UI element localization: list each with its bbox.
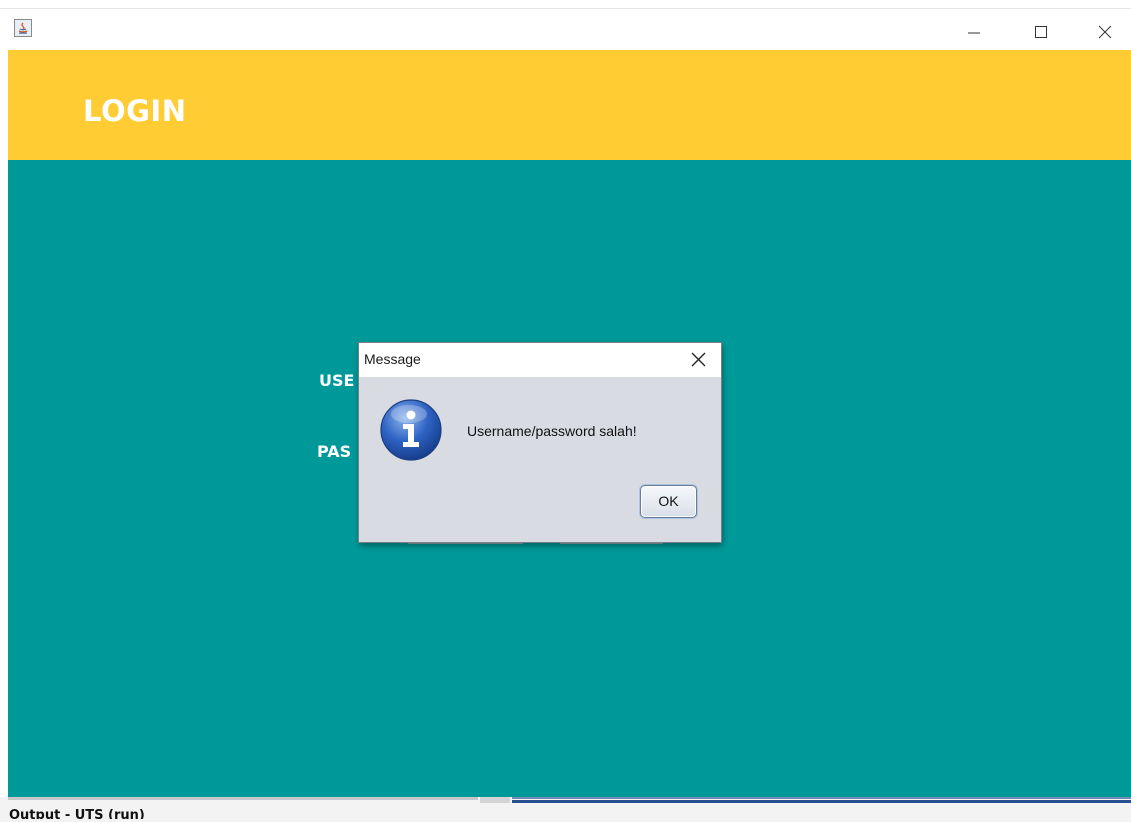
ok-button[interactable]: OK [640,485,697,518]
page-title: LOGIN [83,94,187,128]
close-icon [1098,25,1112,39]
maximize-button[interactable] [1017,15,1063,45]
output-panel: Output - UTS (run) [0,797,1131,822]
window-close-button[interactable] [1082,15,1128,45]
dialog-close-button[interactable] [687,349,711,371]
username-label: USE [319,371,355,390]
app-window: LOGIN USE PAS Output - UTS (run) Message [0,0,1131,822]
minimize-icon [968,32,980,34]
dialog-titlebar[interactable]: Message [359,343,721,377]
password-label: PAS [317,442,352,461]
info-icon [379,398,443,462]
java-icon[interactable] [14,19,32,37]
dialog-title: Message [364,351,421,367]
login-header: LOGIN [8,50,1131,160]
window-titlebar [0,8,1131,51]
progress-bar [512,797,1131,803]
output-tab-label[interactable]: Output - UTS (run) [9,806,145,819]
message-dialog: Message Username/password salah! OK [358,342,722,543]
maximize-icon [1035,26,1047,38]
panel-divider [8,797,478,800]
dialog-message: Username/password salah! [467,423,637,439]
minimize-button[interactable] [950,15,996,45]
panel-splitter-handle[interactable] [480,797,510,803]
close-icon [691,352,706,367]
